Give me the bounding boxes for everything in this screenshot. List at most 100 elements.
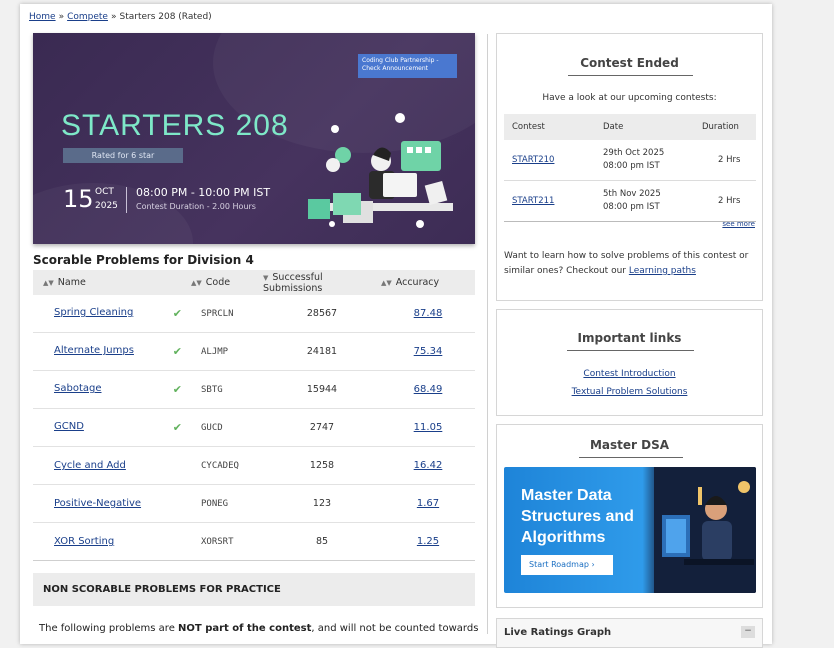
problem-accuracy-link[interactable]: 75.34 [414,346,443,357]
master-dsa-banner[interactable]: Master Data Structures and Algorithms St… [504,467,756,593]
problem-link[interactable]: GCND [54,421,84,432]
upcoming-subtitle: Have a look at our upcoming contests: [542,93,717,103]
banner-day: 15 [63,185,94,213]
upcoming-contest-link[interactable]: START210 [512,155,554,165]
problem-submissions: 123 [263,484,381,523]
banner-month: OCT [95,187,114,197]
problem-submissions: 85 [263,522,381,561]
col-header-duration: Duration [694,114,756,140]
breadcrumb: Home» Compete» Starters 208 (Rated) [29,12,212,22]
problem-accuracy-link[interactable]: 87.48 [414,308,443,319]
table-row: Positive-Negative PONEG 123 1.67 [33,484,475,523]
banner-divider [126,187,127,213]
problem-submissions: 1258 [263,446,381,485]
problem-link[interactable]: XOR Sorting [54,536,114,547]
sort-icon[interactable]: ▲▼ [191,279,202,287]
problem-code: PONEG [191,484,263,523]
upcoming-contests-table: Contest Date Duration START210 29th Oct … [504,114,756,222]
problem-submissions: 2747 [263,408,381,447]
check-icon: ✔ [172,383,182,396]
collapse-icon[interactable]: − [741,626,755,638]
sort-icon[interactable]: ▲▼ [43,279,54,287]
problem-accuracy-link[interactable]: 1.67 [417,498,439,509]
see-more-link[interactable]: see more [722,220,755,228]
banner-title: STARTERS 208 [61,109,289,142]
problem-accuracy-link[interactable]: 16.42 [414,460,443,471]
col-header-submissions[interactable]: ▼ Successful Submissions [263,270,381,295]
contest-ended-title: Contest Ended [580,56,679,70]
decor-dot [329,221,335,227]
table-row: XOR Sorting XORSRT 85 1.25 [33,522,475,561]
learning-paths-text: Want to learn how to solve problems of t… [504,251,749,276]
live-ratings-panel: Live Ratings Graph − [496,618,763,648]
contest-banner: Coding Club Partnership - Check Announce… [33,33,475,244]
col-header-code[interactable]: ▲▼ Code [191,270,263,295]
upcoming-contest-date: 29th Oct 2025 08:00 pm IST [595,140,694,181]
contest-introduction-link[interactable]: Contest Introduction [583,369,675,379]
problem-link[interactable]: Positive-Negative [54,498,141,509]
problem-link[interactable]: Spring Cleaning [54,307,133,318]
upcoming-contest-date: 5th Nov 2025 08:00 pm IST [595,180,694,222]
breadcrumb-separator: » [58,12,65,22]
problem-accuracy-link[interactable]: 1.25 [417,536,439,547]
contest-ended-panel: Contest Ended Have a look at our upcomin… [496,33,763,301]
check-icon: ✔ [172,345,182,358]
start-roadmap-button[interactable]: Start Roadmap › [521,555,613,575]
textual-solutions-link[interactable]: Textual Problem Solutions [572,387,688,397]
breadcrumb-current: Starters 208 (Rated) [119,12,212,22]
problem-code: SBTG [191,370,263,409]
problem-code: CYCADEQ [191,446,263,485]
problem-link[interactable]: Alternate Jumps [54,345,134,356]
sort-down-icon[interactable]: ▼ [263,274,268,282]
col-header-name[interactable]: ▲▼ Name [33,270,191,295]
problems-table: ▲▼ Name ▲▼ Code ▼ Successful Submissions ▲▼… [33,270,475,561]
dsa-banner-text: Master Data Structures and Algorithms [521,487,634,546]
banner-time: 08:00 PM - 10:00 PM IST [136,186,271,199]
decor-dot [331,125,339,133]
breadcrumb-home-link[interactable]: Home [29,12,56,22]
problem-link[interactable]: Sabotage [54,383,102,394]
problem-accuracy-link[interactable]: 11.05 [414,422,443,433]
title-underline [579,457,683,458]
non-scorable-section-title: NON SCORABLE PROBLEMS FOR PRACTICE [33,573,475,606]
table-row: Spring Cleaning ✔ SPRCLN 28567 87.48 [33,295,475,333]
col-header-contest: Contest [504,114,595,140]
problem-accuracy-link[interactable]: 68.49 [414,384,443,395]
breadcrumb-compete-link[interactable]: Compete [67,12,108,22]
upcoming-contest-duration: 2 Hrs [694,140,756,181]
sort-icon[interactable]: ▲▼ [381,279,392,287]
problem-code: XORSRT [191,522,263,561]
learning-paths-link[interactable]: Learning paths [629,266,696,276]
decor-dot [395,113,405,123]
problem-code: SPRCLN [191,295,263,333]
problems-table-header: ▲▼ Name ▲▼ Code ▼ Successful Submissions ▲▼… [33,270,475,295]
problem-submissions: 24181 [263,332,381,371]
decor-dot [416,220,424,228]
check-icon: ✔ [172,421,182,434]
table-row: Sabotage ✔ SBTG 15944 68.49 [33,370,475,409]
practice-notice: The following problems are NOT part of t… [39,623,479,634]
banner-year: 2025 [95,201,118,211]
coder-at-desk-illustration [654,467,756,593]
col-header-accuracy[interactable]: ▲▼ Accuracy [381,270,475,295]
table-row: Cycle and Add CYCADEQ 1258 16.42 [33,446,475,485]
upcoming-contest-link[interactable]: START211 [512,196,554,206]
important-links-panel: Important links Contest Introduction Tex… [496,309,763,416]
table-row: Alternate Jumps ✔ ALJMP 24181 75.34 [33,332,475,371]
column-divider [487,34,488,634]
banner-duration: Contest Duration - 2.00 Hours [136,202,256,211]
master-dsa-title: Master DSA [589,438,670,452]
table-row: START210 29th Oct 2025 08:00 pm IST 2 Hrs [504,140,756,181]
check-icon: ✔ [172,307,182,320]
partnership-announcement-badge[interactable]: Coding Club Partnership - Check Announce… [358,54,457,78]
table-row: START211 5th Nov 2025 08:00 pm IST 2 Hrs [504,180,756,222]
master-dsa-panel: Master DSA Master Data Structures and Al… [496,424,763,608]
col-header-date: Date [595,114,694,140]
upcoming-contest-duration: 2 Hrs [694,180,756,222]
title-underline [568,75,693,76]
banner-rated-label: Rated for 6 star [63,148,183,163]
problem-link[interactable]: Cycle and Add [54,460,126,471]
table-row: GCND ✔ GUCD 2747 11.05 [33,408,475,447]
breadcrumb-separator: » [110,12,117,22]
problem-code: ALJMP [191,332,263,371]
